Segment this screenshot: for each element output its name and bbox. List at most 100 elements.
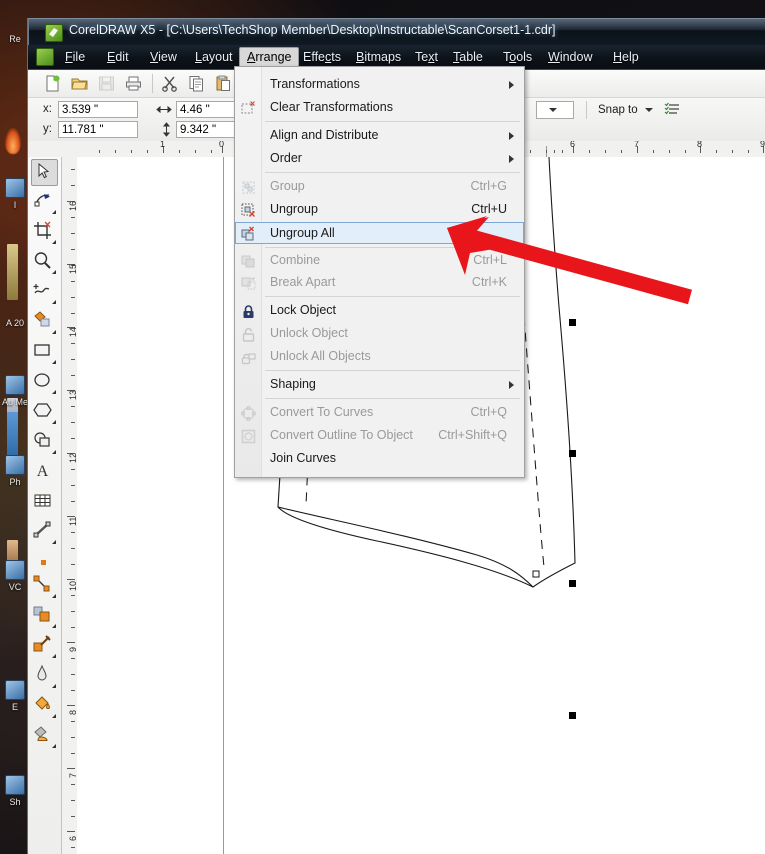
window-title: CorelDRAW X5 - [C:\Users\TechShop Member… — [69, 23, 556, 37]
desktop-icon-autodesk[interactable]: A 20 — [2, 318, 28, 328]
new-document-button[interactable] — [42, 73, 65, 96]
cut-button[interactable] — [159, 73, 182, 96]
desktop-app-icon — [5, 178, 25, 198]
menu-help[interactable]: Help — [606, 48, 646, 66]
desktop-app-icon — [5, 680, 25, 700]
x-coordinate-label: x: — [43, 103, 52, 115]
zoom-tool[interactable] — [31, 249, 58, 276]
menu-item-label: Convert To Curves — [270, 405, 374, 419]
flyout-indicator-icon[interactable] — [48, 270, 56, 274]
shape-tool[interactable] — [31, 189, 58, 216]
menu-separator-2 — [265, 172, 520, 173]
flyout-indicator-icon[interactable] — [48, 300, 56, 304]
flyout-indicator-icon[interactable] — [48, 450, 56, 454]
menu-layout[interactable]: Layout — [188, 48, 240, 66]
vertical-ruler[interactable]: 16 15 14 13 12 11 10 9 8 7 6 — [61, 157, 78, 854]
desktop-icon-label: A 20 — [5, 318, 25, 328]
text-tool[interactable]: A — [31, 459, 58, 486]
flyout-indicator-icon[interactable] — [48, 684, 56, 688]
menu-item-align-and-distribute[interactable]: Align and Distribute — [236, 125, 523, 147]
menu-item-lock-object[interactable]: Lock Object — [236, 300, 523, 322]
menu-effects[interactable]: Effects — [296, 48, 348, 66]
menu-item-shaping[interactable]: Shaping — [236, 374, 523, 396]
menu-item-unlock-all-objects: Unlock All Objects — [236, 346, 523, 368]
copy-button[interactable] — [186, 73, 209, 96]
basic-shapes-tool[interactable] — [31, 429, 58, 456]
menu-view[interactable]: View — [143, 48, 184, 66]
menu-item-clear-transformations[interactable]: Clear Transformations — [236, 97, 523, 119]
menu-item-join-curves[interactable]: Join Curves — [236, 448, 523, 470]
x-coordinate-input[interactable]: 3.539 " — [58, 101, 138, 118]
snap-to-chevron-icon[interactable] — [645, 108, 653, 112]
interactive-fill-tool[interactable] — [31, 723, 58, 750]
selection-handle-top-right[interactable] — [569, 319, 576, 326]
print-button[interactable] — [123, 73, 146, 96]
menu-table[interactable]: Table — [446, 48, 490, 66]
y-coordinate-input[interactable]: 11.781 " — [58, 121, 138, 138]
desktop-icon-audio[interactable]: Au Me — [2, 375, 28, 408]
connector-tool[interactable] — [31, 573, 58, 600]
fill-tool[interactable] — [31, 693, 58, 720]
flyout-indicator-icon[interactable] — [48, 390, 56, 394]
polygon-tool[interactable] — [31, 399, 58, 426]
menu-item-ungroup-all[interactable]: Ungroup All — [235, 222, 524, 244]
smart-fill-tool[interactable] — [31, 309, 58, 336]
arrange-menu-popup[interactable]: Transformations Clear Transformations Al… — [234, 66, 525, 478]
flyout-indicator-icon[interactable] — [48, 240, 56, 244]
lock-open-icon — [240, 326, 257, 343]
menu-item-break-apart: Break Apart Ctrl+K — [236, 272, 523, 294]
toolbox[interactable]: A — [28, 157, 62, 854]
desktop-icon-recycle-bin[interactable]: Re — [2, 34, 28, 44]
options-list-icon[interactable] — [664, 102, 680, 121]
desktop-icon-vcarve[interactable]: VC — [2, 560, 28, 592]
crop-tool[interactable] — [31, 219, 58, 246]
submenu-arrow-icon — [509, 81, 514, 89]
menu-edit[interactable]: Edit — [100, 48, 136, 66]
menu-tools[interactable]: Tools — [496, 48, 539, 66]
table-tool[interactable] — [31, 489, 58, 516]
flyout-indicator-icon[interactable] — [48, 420, 56, 424]
color-eyedropper-tool[interactable] — [31, 633, 58, 660]
unlock-all-icon — [240, 349, 257, 366]
flyout-indicator-icon[interactable] — [48, 210, 56, 214]
selection-handle-middle-right[interactable] — [569, 450, 576, 457]
submenu-arrow-icon — [509, 132, 514, 140]
flyout-indicator-icon[interactable] — [48, 624, 56, 628]
snap-to-label[interactable]: Snap to — [598, 104, 638, 116]
selection-handle-bottom-right[interactable] — [569, 580, 576, 587]
desktop-icon-1[interactable]: I — [2, 178, 28, 210]
pick-tool[interactable] — [31, 159, 58, 186]
blend-tool[interactable] — [31, 603, 58, 630]
flyout-indicator-icon[interactable] — [48, 360, 56, 364]
desktop-icon-epilog[interactable]: E — [2, 680, 28, 712]
menu-bitmaps[interactable]: Bitmaps — [349, 48, 408, 66]
flyout-indicator-icon[interactable] — [48, 540, 56, 544]
application-menu-icon[interactable] — [36, 48, 54, 66]
paste-button[interactable] — [213, 73, 236, 96]
outline-tool[interactable] — [31, 663, 58, 690]
flyout-indicator-icon[interactable] — [48, 594, 56, 598]
dimension-tool[interactable] — [31, 519, 58, 546]
chevron-down-icon[interactable] — [549, 108, 557, 112]
freehand-tool[interactable] — [31, 279, 58, 306]
menu-item-order[interactable]: Order — [236, 148, 523, 170]
menu-item-ungroup[interactable]: Ungroup Ctrl+U — [236, 199, 523, 221]
menu-text[interactable]: Text — [408, 48, 445, 66]
desktop-app-icon — [5, 775, 25, 795]
desktop-icon-shopbot[interactable]: Sh — [2, 775, 28, 807]
desktop-icon-photoshop[interactable]: Ph — [2, 455, 28, 487]
rectangle-tool[interactable] — [31, 339, 58, 366]
flyout-indicator-icon[interactable] — [48, 654, 56, 658]
open-document-button[interactable] — [69, 73, 92, 96]
flyout-indicator-icon[interactable] — [48, 744, 56, 748]
selection-handle-lower-right[interactable] — [569, 712, 576, 719]
menu-file[interactable]: FFileile — [58, 48, 92, 66]
ellipse-tool[interactable] — [31, 369, 58, 396]
menu-item-transformations[interactable]: Transformations — [236, 74, 523, 96]
menu-item-label: Unlock All Objects — [270, 349, 371, 363]
menu-window[interactable]: Window — [541, 48, 599, 66]
flyout-indicator-icon[interactable] — [48, 330, 56, 334]
title-bar[interactable]: CorelDRAW X5 - [C:\Users\TechShop Member… — [28, 18, 765, 45]
flyout-indicator-icon[interactable] — [48, 714, 56, 718]
desktop-icon-label: Sh — [9, 797, 21, 807]
